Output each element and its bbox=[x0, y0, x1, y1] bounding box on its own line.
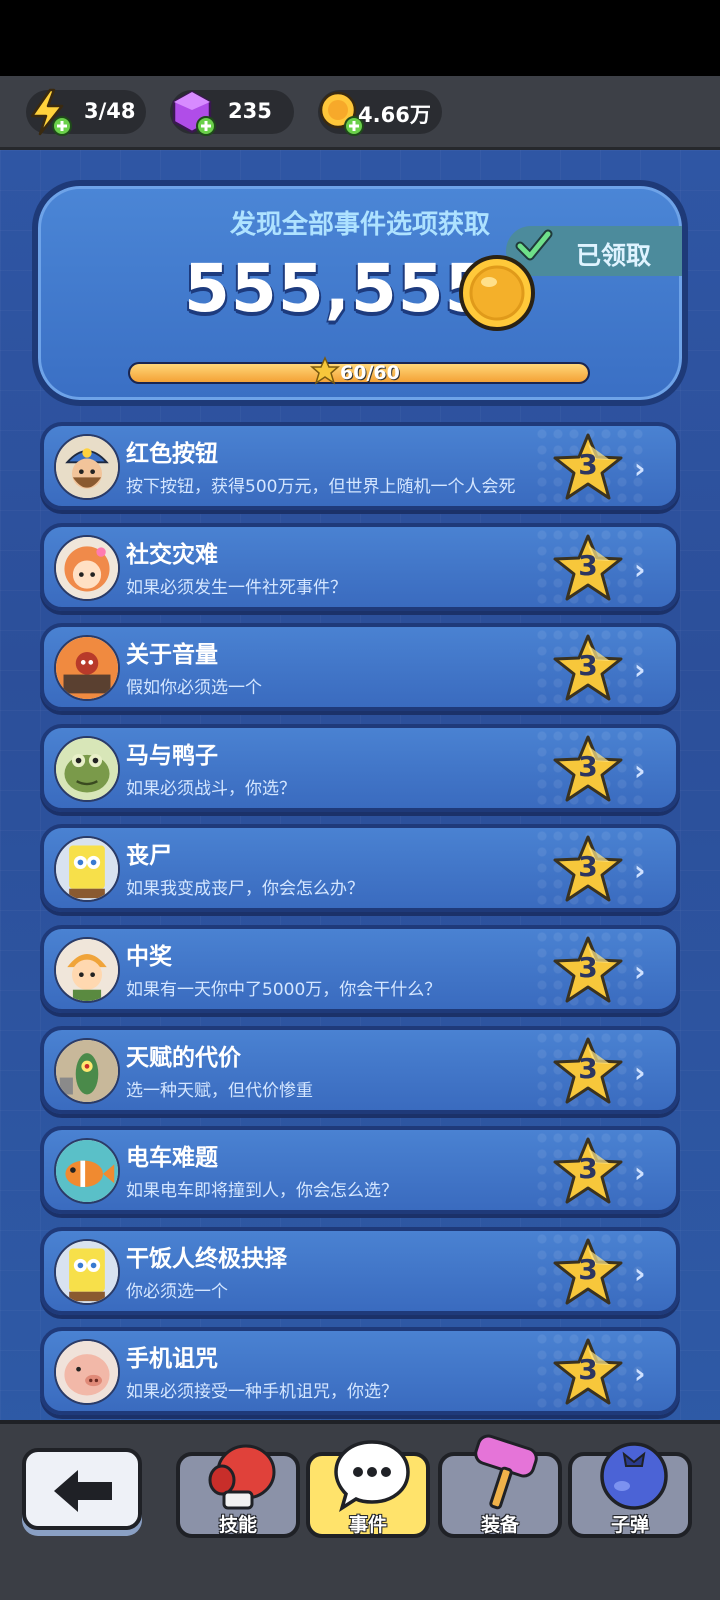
event-item[interactable]: 马与鸭子如果必须战斗，你选？ 3 › bbox=[40, 723, 680, 812]
event-star-count: 3 bbox=[578, 548, 598, 582]
event-title: 天赋的代价 bbox=[126, 1044, 241, 1071]
event-star-count: 3 bbox=[578, 649, 598, 683]
event-description: 如果有一天你中了5000万，你会干什么？ bbox=[126, 980, 442, 1000]
coin-value: 4.66万 bbox=[358, 103, 431, 127]
plankton-avatar bbox=[54, 1037, 120, 1104]
tab-equipment[interactable]: 装备 bbox=[438, 1434, 562, 1538]
chevron-right-icon: › bbox=[634, 1156, 646, 1190]
chevron-right-icon: › bbox=[634, 955, 646, 988]
event-star-count: 3 bbox=[578, 850, 598, 884]
event-description: 如果电车即将撞到人，你会怎么选？ bbox=[126, 1181, 398, 1202]
sponge-avatar bbox=[54, 1238, 120, 1305]
resource-bar: 3/48 235 4.66万 bbox=[0, 76, 720, 150]
event-title: 丧尸 bbox=[126, 843, 172, 870]
event-title: 社交灾难 bbox=[126, 541, 218, 568]
event-title: 干饭人终极抉择 bbox=[126, 1245, 287, 1272]
event-star-count: 3 bbox=[578, 1353, 598, 1387]
event-description: 选一种天赋，但代价惨重 bbox=[126, 1080, 313, 1101]
chevron-right-icon: › bbox=[634, 1256, 646, 1290]
gem-counter[interactable]: 235 bbox=[170, 90, 294, 136]
big-coin-icon bbox=[459, 255, 535, 331]
event-description: 如果我变成丧尸，你会怎么办？ bbox=[126, 879, 364, 900]
event-item[interactable]: 丧尸如果我变成丧尸，你会怎么办？ 3 › bbox=[40, 824, 680, 913]
reward-progress-label: 60/60 bbox=[340, 362, 400, 384]
event-star-count: 3 bbox=[578, 1051, 598, 1085]
skull-avatar bbox=[54, 635, 120, 702]
event-title: 马与鸭子 bbox=[126, 742, 218, 769]
chevron-right-icon: › bbox=[634, 653, 646, 687]
event-star-count: 3 bbox=[578, 1252, 598, 1286]
event-description: 如果必须发生一件社死事件？ bbox=[126, 577, 347, 598]
event-title: 中奖 bbox=[126, 944, 172, 970]
chevron-right-icon: › bbox=[634, 854, 646, 888]
event-item[interactable]: 红色按钮按下按钮，获得500万元，但世界上随机一个人会死 3 › bbox=[40, 422, 680, 510]
event-description: 如果必须战斗，你选？ bbox=[126, 778, 296, 799]
boy-avatar bbox=[54, 937, 120, 1003]
tab-bullets[interactable]: 子弹 bbox=[568, 1442, 692, 1538]
chat-bubble-icon bbox=[334, 1440, 410, 1512]
blueberry-icon bbox=[600, 1442, 668, 1510]
frog-avatar bbox=[54, 735, 120, 802]
chevron-right-icon: › bbox=[634, 1357, 646, 1391]
tab-skills[interactable]: 技能 bbox=[176, 1444, 300, 1538]
event-item[interactable]: 天赋的代价选一种天赋，但代价惨重 3 › bbox=[40, 1025, 680, 1114]
event-title: 关于音量 bbox=[126, 642, 218, 669]
gem-icon bbox=[166, 86, 218, 138]
event-description: 如果必须接受一种手机诅咒，你选？ bbox=[126, 1382, 398, 1403]
event-title: 手机诅咒 bbox=[126, 1346, 218, 1373]
hammer-icon bbox=[474, 1434, 538, 1510]
chevron-right-icon: › bbox=[634, 552, 646, 586]
tab-events-label: 事件 bbox=[348, 1514, 387, 1536]
event-description: 假如你必须选一个 bbox=[126, 678, 262, 699]
event-description: 按下按钮，获得500万元，但世界上随机一个人会死 bbox=[126, 477, 516, 497]
tab-bullets-label: 子弹 bbox=[610, 1514, 649, 1536]
event-item[interactable]: 关于音量假如你必须选一个 3 › bbox=[40, 623, 680, 712]
event-item[interactable]: 手机诅咒如果必须接受一种手机诅咒，你选？ 3 › bbox=[40, 1327, 680, 1416]
tab-skills-label: 技能 bbox=[218, 1514, 257, 1536]
tab-events[interactable]: 事件 bbox=[306, 1440, 430, 1538]
energy-value: 3/48 bbox=[84, 99, 136, 123]
star-icon bbox=[310, 356, 340, 385]
back-arrow-icon bbox=[54, 1470, 112, 1512]
event-item[interactable]: 电车难题如果电车即将撞到人，你会怎么选？ 3 › bbox=[40, 1126, 680, 1215]
lightning-icon bbox=[22, 86, 74, 138]
fish-avatar bbox=[54, 1138, 120, 1205]
event-description: 你必须选一个 bbox=[126, 1281, 228, 1302]
coin-counter[interactable]: 4.66万 bbox=[318, 90, 442, 136]
gem-value: 235 bbox=[228, 99, 272, 123]
chevron-right-icon: › bbox=[634, 753, 646, 787]
event-title: 电车难题 bbox=[126, 1145, 218, 1172]
event-star-count: 3 bbox=[578, 749, 598, 783]
event-star-count: 3 bbox=[578, 448, 598, 481]
tab-equipment-label: 装备 bbox=[480, 1514, 519, 1536]
girl-avatar bbox=[54, 534, 120, 601]
boxing-glove-icon bbox=[208, 1444, 276, 1510]
claimed-label: 已领取 bbox=[576, 241, 652, 270]
event-star-count: 3 bbox=[578, 951, 598, 984]
bottom-nav: 技能 事件 装备 子弹 bbox=[0, 1420, 720, 1600]
chevron-right-icon: › bbox=[634, 1055, 646, 1089]
event-star-count: 3 bbox=[578, 1152, 598, 1186]
chevron-right-icon: › bbox=[634, 452, 646, 485]
miner-avatar bbox=[54, 434, 120, 500]
reward-card: 发现全部事件选项获取 已领取 555,555 60/60 bbox=[32, 180, 688, 406]
back-button[interactable] bbox=[22, 1448, 142, 1530]
status-area bbox=[0, 0, 720, 76]
event-item[interactable]: 中奖如果有一天你中了5000万，你会干什么？ 3 › bbox=[40, 925, 680, 1013]
event-item[interactable]: 干饭人终极抉择你必须选一个 3 › bbox=[40, 1226, 680, 1315]
pig-avatar bbox=[54, 1339, 120, 1406]
event-item[interactable]: 社交灾难如果必须发生一件社死事件？ 3 › bbox=[40, 522, 680, 611]
reward-amount: 555,555 bbox=[184, 250, 492, 327]
energy-counter[interactable]: 3/48 bbox=[26, 88, 146, 136]
event-title: 红色按钮 bbox=[126, 441, 218, 467]
sponge-avatar bbox=[54, 836, 120, 903]
